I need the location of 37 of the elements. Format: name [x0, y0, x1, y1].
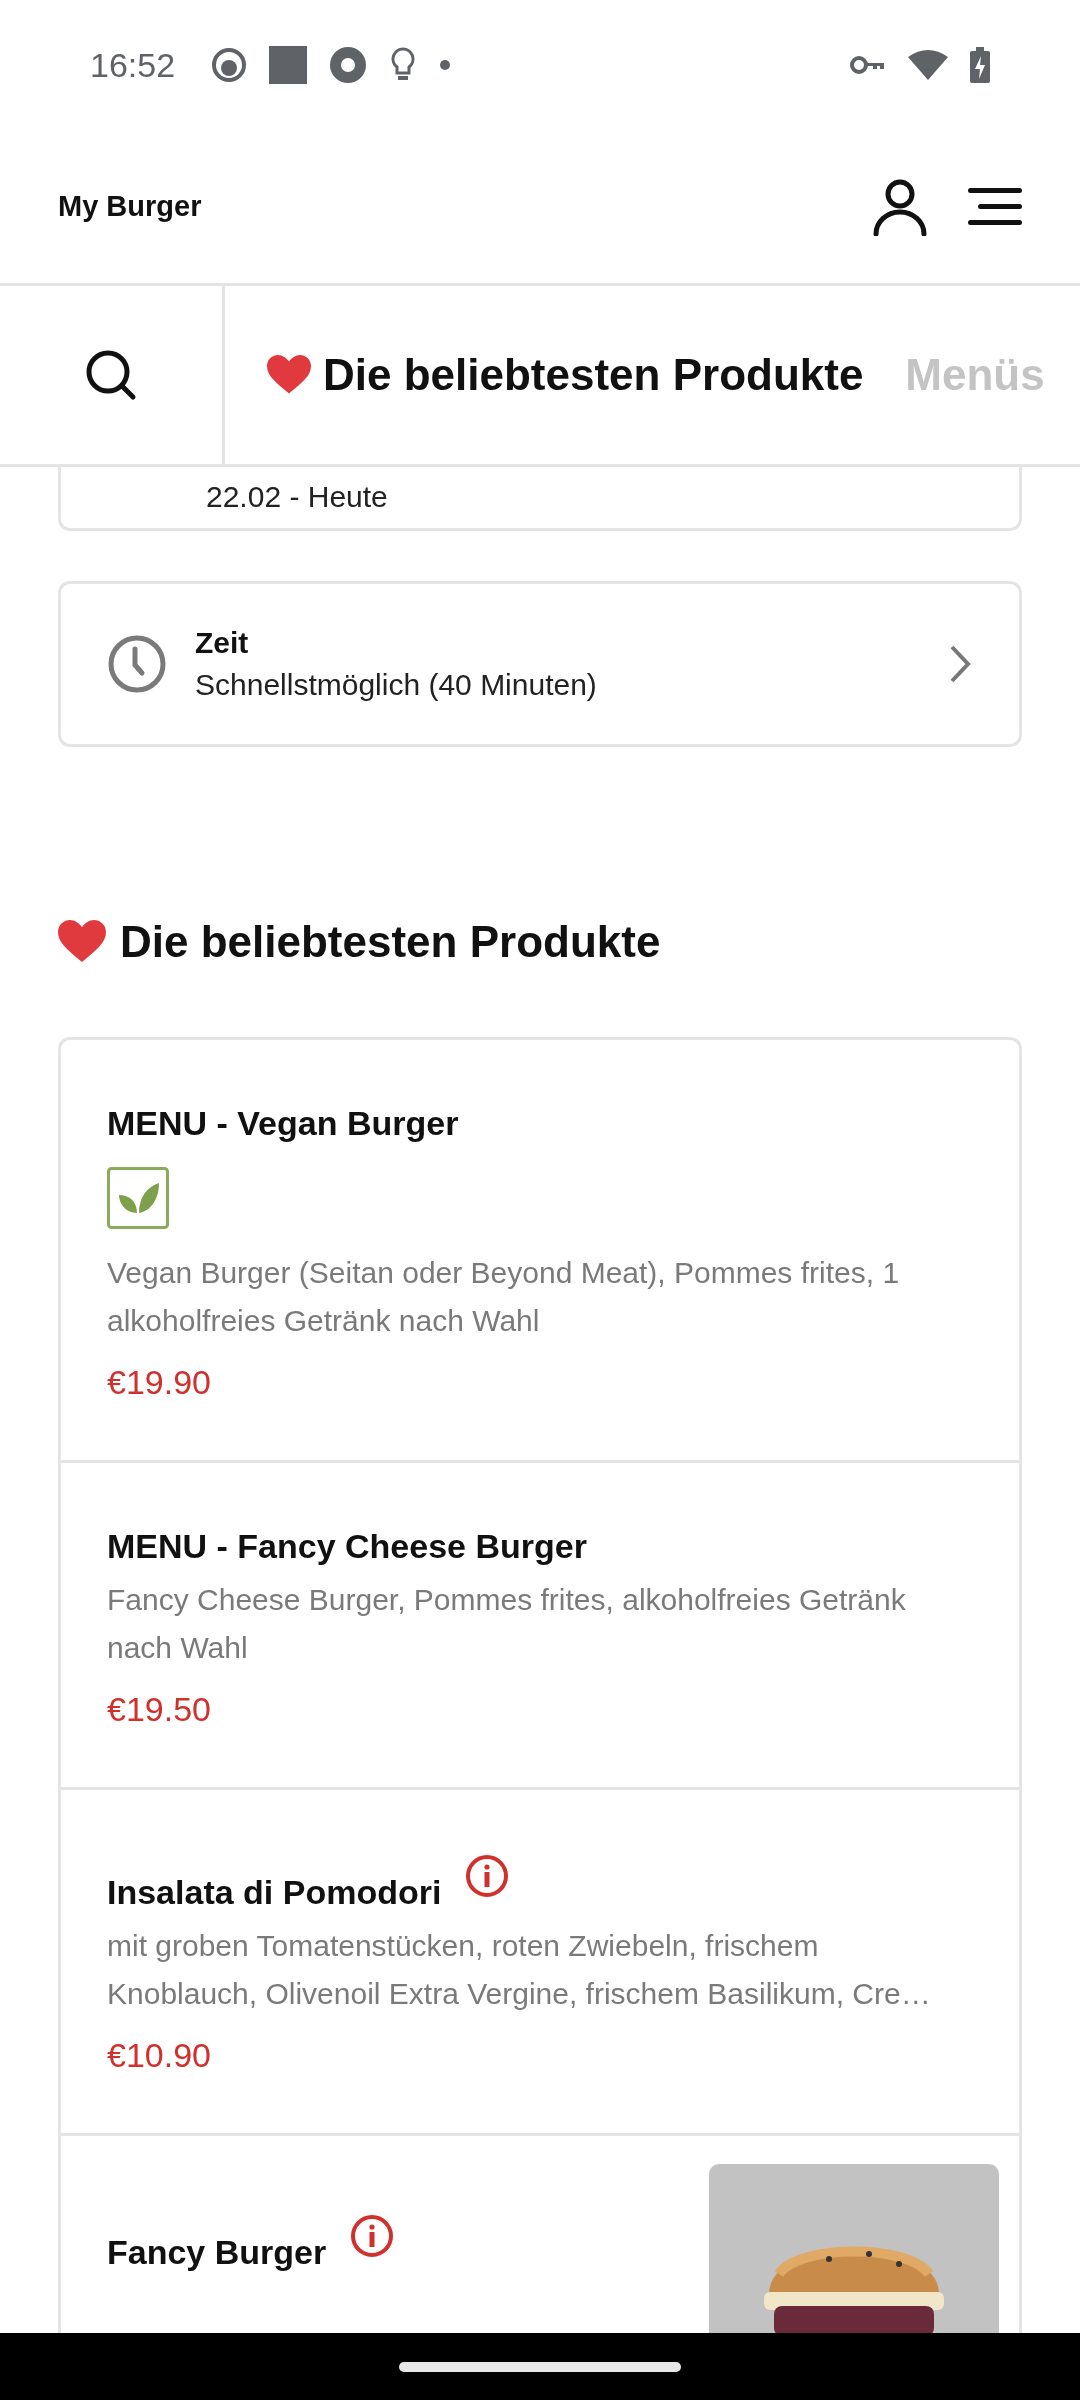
- product-name: MENU - Vegan Burger: [107, 1104, 459, 1143]
- product-name: Fancy Burger: [107, 2233, 327, 2272]
- status-time: 16:52: [90, 45, 176, 85]
- time-label: Zeit: [195, 626, 250, 660]
- product-price: €19.50: [107, 1690, 212, 1729]
- menu-icon[interactable]: [968, 187, 1022, 226]
- app-face-icon: [211, 47, 248, 83]
- battery-icon: [970, 47, 990, 83]
- product-name: Insalata di Pomodori: [107, 1873, 442, 1912]
- product-description: Vegan Burger (Seitan oder Beyond Meat), Pommes frites, 1 alkoholfreies Getränk nach Wahl: [107, 1255, 901, 1339]
- clock-icon: [107, 634, 167, 694]
- product-name: MENU - Fancy Cheese Burger: [107, 1527, 587, 1566]
- date-value: 22.02 - Heute: [206, 480, 388, 514]
- product-description: mit groben Tomatenstücken, roten Zwiebeln, frischem Knoblauch, Olivenoil Extra Vergine, frischem Basilikum, Cre…: [107, 1928, 932, 2012]
- home-indicator[interactable]: [399, 2361, 681, 2372]
- key-icon: [850, 54, 886, 76]
- user-icon[interactable]: [872, 177, 928, 236]
- product-item[interactable]: MENU - Vegan Burger Vegan Burger (Seitan oder Beyond Meat), Pommes frites, 1 alkoholfreies Getränk nach Wahl €19.90: [61, 1040, 1019, 1460]
- search-icon[interactable]: [85, 349, 137, 401]
- chevron-right-icon: [949, 644, 971, 684]
- info-icon[interactable]: [465, 1854, 510, 1898]
- product-price: €19.90: [107, 1363, 212, 1402]
- info-icon[interactable]: [350, 2214, 395, 2258]
- square-icon: [269, 46, 308, 84]
- time-value: Schnellstmöglich (40 Minuten): [195, 668, 598, 702]
- dot-icon: [439, 59, 452, 71]
- product-item[interactable]: Insalata di Pomodori mit groben Tomatenstücken, roten Zwiebeln, frischem Knoblauch, Olivenoil Extra Vergine, frischem Basilikum, Cre… €10.90: [61, 1787, 1019, 2133]
- date-card[interactable]: 22.02 - Heute: [58, 467, 1022, 531]
- product-price: €10.90: [107, 2036, 212, 2075]
- time-card[interactable]: Zeit Schnellstmöglich (40 Minuten): [58, 581, 1022, 747]
- product-description: Fancy Cheese Burger, Pommes frites, alkoholfreies Getränk nach Wahl: [107, 1582, 907, 1666]
- category-tab[interactable]: Die beliebtesten Produkte: [225, 286, 864, 464]
- section-title: Die beliebtesten Produkte: [120, 917, 661, 967]
- app-title: My Burger: [58, 190, 203, 223]
- product-item[interactable]: MENU - Fancy Cheese Burger Fancy Cheese Burger, Pommes frites, alkoholfreies Getränk nach Wahl €19.50: [61, 1460, 1019, 1787]
- wifi-icon: [908, 49, 948, 81]
- aperture-icon: [329, 46, 368, 84]
